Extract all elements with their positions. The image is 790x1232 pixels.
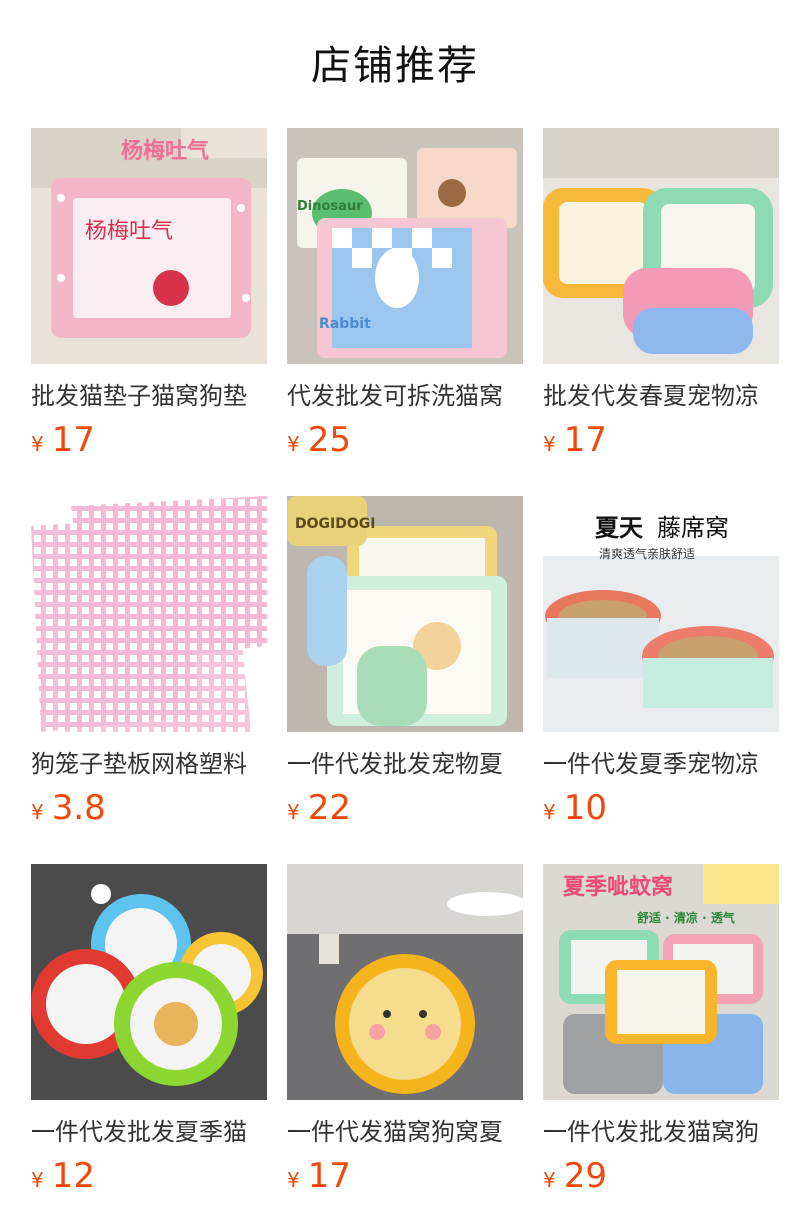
image-caption: Dinosaur bbox=[297, 199, 363, 214]
product-title[interactable]: 一件代发批发宠物夏 bbox=[287, 746, 523, 782]
currency-symbol: ¥ bbox=[543, 800, 556, 824]
product-price: ¥17 bbox=[31, 420, 267, 460]
product-card[interactable]: 批发代发春夏宠物凉 ¥17 bbox=[543, 128, 779, 468]
product-title[interactable]: 批发代发春夏宠物凉 bbox=[543, 378, 779, 414]
currency-symbol: ¥ bbox=[31, 432, 44, 456]
product-price: ¥12 bbox=[31, 1156, 267, 1196]
product-image[interactable]: Dinosaur Rabbit bbox=[287, 128, 523, 364]
image-caption: 清爽透气亲肤舒适 bbox=[599, 546, 695, 561]
product-title[interactable]: 代发批发可拆洗猫窝 bbox=[287, 378, 523, 414]
price-value: 17 bbox=[51, 420, 95, 460]
product-image[interactable] bbox=[31, 864, 267, 1100]
product-title[interactable]: 批发猫垫子猫窝狗垫 bbox=[31, 378, 267, 414]
product-image[interactable]: 夏天 藤席窝 清爽透气亲肤舒适 bbox=[543, 496, 779, 732]
currency-symbol: ¥ bbox=[287, 800, 300, 824]
product-title[interactable]: 一件代发夏季宠物凉 bbox=[543, 746, 779, 782]
product-card[interactable]: 一件代发猫窝狗窝夏 ¥17 bbox=[287, 864, 523, 1204]
product-image[interactable]: 杨梅吐气 杨梅吐气 bbox=[31, 128, 267, 364]
image-caption: 夏天 bbox=[595, 514, 643, 542]
product-card[interactable]: 夏天 藤席窝 清爽透气亲肤舒适 一件代发夏季宠物凉 ¥10 bbox=[543, 496, 779, 836]
price-value: 22 bbox=[307, 788, 351, 828]
price-value: 25 bbox=[307, 420, 351, 460]
image-caption: 夏季呲蚊窝 bbox=[563, 874, 673, 900]
product-price: ¥17 bbox=[287, 1156, 523, 1196]
price-value: 3.8 bbox=[51, 788, 106, 828]
product-image[interactable] bbox=[31, 496, 267, 732]
product-card[interactable]: DOGIDOGI 一件代发批发宠物夏 ¥22 bbox=[287, 496, 523, 836]
image-caption: 杨梅吐气 bbox=[121, 138, 209, 164]
product-price: ¥29 bbox=[543, 1156, 779, 1196]
product-title[interactable]: 一件代发猫窝狗窝夏 bbox=[287, 1114, 523, 1150]
product-price: ¥10 bbox=[543, 788, 779, 828]
product-card[interactable]: 狗笼子垫板网格塑料 ¥3.8 bbox=[31, 496, 267, 836]
currency-symbol: ¥ bbox=[287, 1168, 300, 1192]
currency-symbol: ¥ bbox=[543, 1168, 556, 1192]
product-image[interactable] bbox=[287, 864, 523, 1100]
product-image[interactable]: 夏季呲蚊窝 舒适 · 清凉 · 透气 bbox=[543, 864, 779, 1100]
image-caption: 杨梅吐气 bbox=[85, 219, 173, 244]
currency-symbol: ¥ bbox=[31, 800, 44, 824]
product-price: ¥17 bbox=[543, 420, 779, 460]
product-price: ¥22 bbox=[287, 788, 523, 828]
price-value: 17 bbox=[563, 420, 607, 460]
product-image[interactable]: DOGIDOGI bbox=[287, 496, 523, 732]
product-title[interactable]: 一件代发批发猫窝狗 bbox=[543, 1114, 779, 1150]
product-title[interactable]: 一件代发批发夏季猫 bbox=[31, 1114, 267, 1150]
product-card[interactable]: Dinosaur Rabbit 代发批发可拆洗猫窝 ¥25 bbox=[287, 128, 523, 468]
price-value: 29 bbox=[563, 1156, 607, 1196]
price-value: 17 bbox=[307, 1156, 351, 1196]
product-card[interactable]: 夏季呲蚊窝 舒适 · 清凉 · 透气 一件代发批发猫窝狗 ¥29 bbox=[543, 864, 779, 1204]
product-price: ¥3.8 bbox=[31, 788, 267, 828]
image-caption: 藤席窝 bbox=[657, 514, 729, 542]
price-value: 10 bbox=[563, 788, 607, 828]
currency-symbol: ¥ bbox=[287, 432, 300, 456]
product-price: ¥25 bbox=[287, 420, 523, 460]
product-image[interactable] bbox=[543, 128, 779, 364]
image-caption: 舒适 · 清凉 · 透气 bbox=[636, 910, 735, 925]
image-caption: Rabbit bbox=[319, 316, 371, 332]
page-title: 店铺推荐 bbox=[311, 43, 479, 89]
product-card[interactable]: 杨梅吐气 杨梅吐气 批发猫垫子猫窝狗垫 ¥17 bbox=[31, 128, 267, 468]
currency-symbol: ¥ bbox=[31, 1168, 44, 1192]
product-title[interactable]: 狗笼子垫板网格塑料 bbox=[31, 746, 267, 782]
image-caption: DOGIDOGI bbox=[295, 516, 375, 532]
currency-symbol: ¥ bbox=[543, 432, 556, 456]
price-value: 12 bbox=[51, 1156, 95, 1196]
product-card[interactable]: 一件代发批发夏季猫 ¥12 bbox=[31, 864, 267, 1204]
